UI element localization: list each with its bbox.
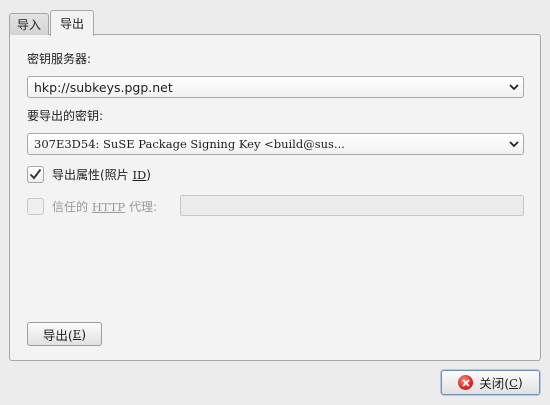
http-proxy-input[interactable]: [180, 195, 524, 216]
export-attributes-checkbox[interactable]: 导出属性(照片 ID): [27, 164, 151, 184]
key-server-value: hkp://subkeys.pgp.net: [34, 79, 173, 95]
export-button[interactable]: 导出(E): [27, 322, 102, 346]
http-proxy-checkbox[interactable]: 信任的 HTTP 代理:: [27, 196, 157, 216]
export-attributes-box[interactable]: [27, 165, 44, 183]
http-proxy-box[interactable]: [27, 197, 44, 215]
tab-export-label: 导出: [60, 17, 85, 31]
export-key-value: 307E3D54: SuSE Package Signing Key <buil…: [34, 137, 345, 151]
tab-import[interactable]: 导入: [9, 13, 50, 35]
chevron-down-icon: [505, 134, 523, 154]
close-button[interactable]: 关闭(C): [441, 370, 540, 395]
chevron-down-icon: [505, 77, 523, 97]
export-key-combo[interactable]: 307E3D54: SuSE Package Signing Key <buil…: [27, 133, 524, 155]
check-icon: [29, 168, 42, 180]
http-proxy-label: 信任的 HTTP 代理:: [52, 199, 158, 214]
key-server-label: 密钥服务器:: [27, 52, 92, 66]
tab-bar: 导入 导出: [9, 9, 95, 36]
export-key-label: 要导出的密钥:: [27, 109, 104, 123]
key-server-combo[interactable]: hkp://subkeys.pgp.net: [27, 76, 524, 98]
export-panel: 密钥服务器: hkp://subkeys.pgp.net 要导出的密钥: 307…: [9, 34, 541, 361]
tab-export[interactable]: 导出: [50, 10, 95, 36]
tab-import-label: 导入: [17, 18, 42, 32]
close-icon: [458, 375, 474, 390]
export-attributes-label: 导出属性(照片 ID): [52, 167, 151, 182]
